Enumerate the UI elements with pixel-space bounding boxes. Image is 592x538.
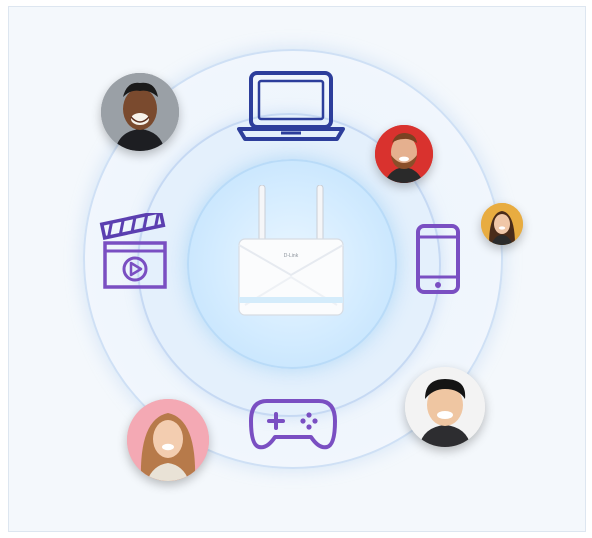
avatar-woman-pink [127,399,209,481]
laptop-icon [237,69,345,146]
smartphone-icon [415,223,461,300]
router-device: D-Link [231,184,351,325]
video-clapperboard-icon [99,209,171,296]
avatar-man-beard [375,125,433,183]
gamepad-icon [247,395,339,458]
avatar-woman-small [481,203,523,245]
illustration-panel: D-Link [8,6,586,532]
router-brand-label: D-Link [284,253,299,259]
avatar-man-laughing [101,73,179,151]
avatar-man-smiling [405,367,485,447]
